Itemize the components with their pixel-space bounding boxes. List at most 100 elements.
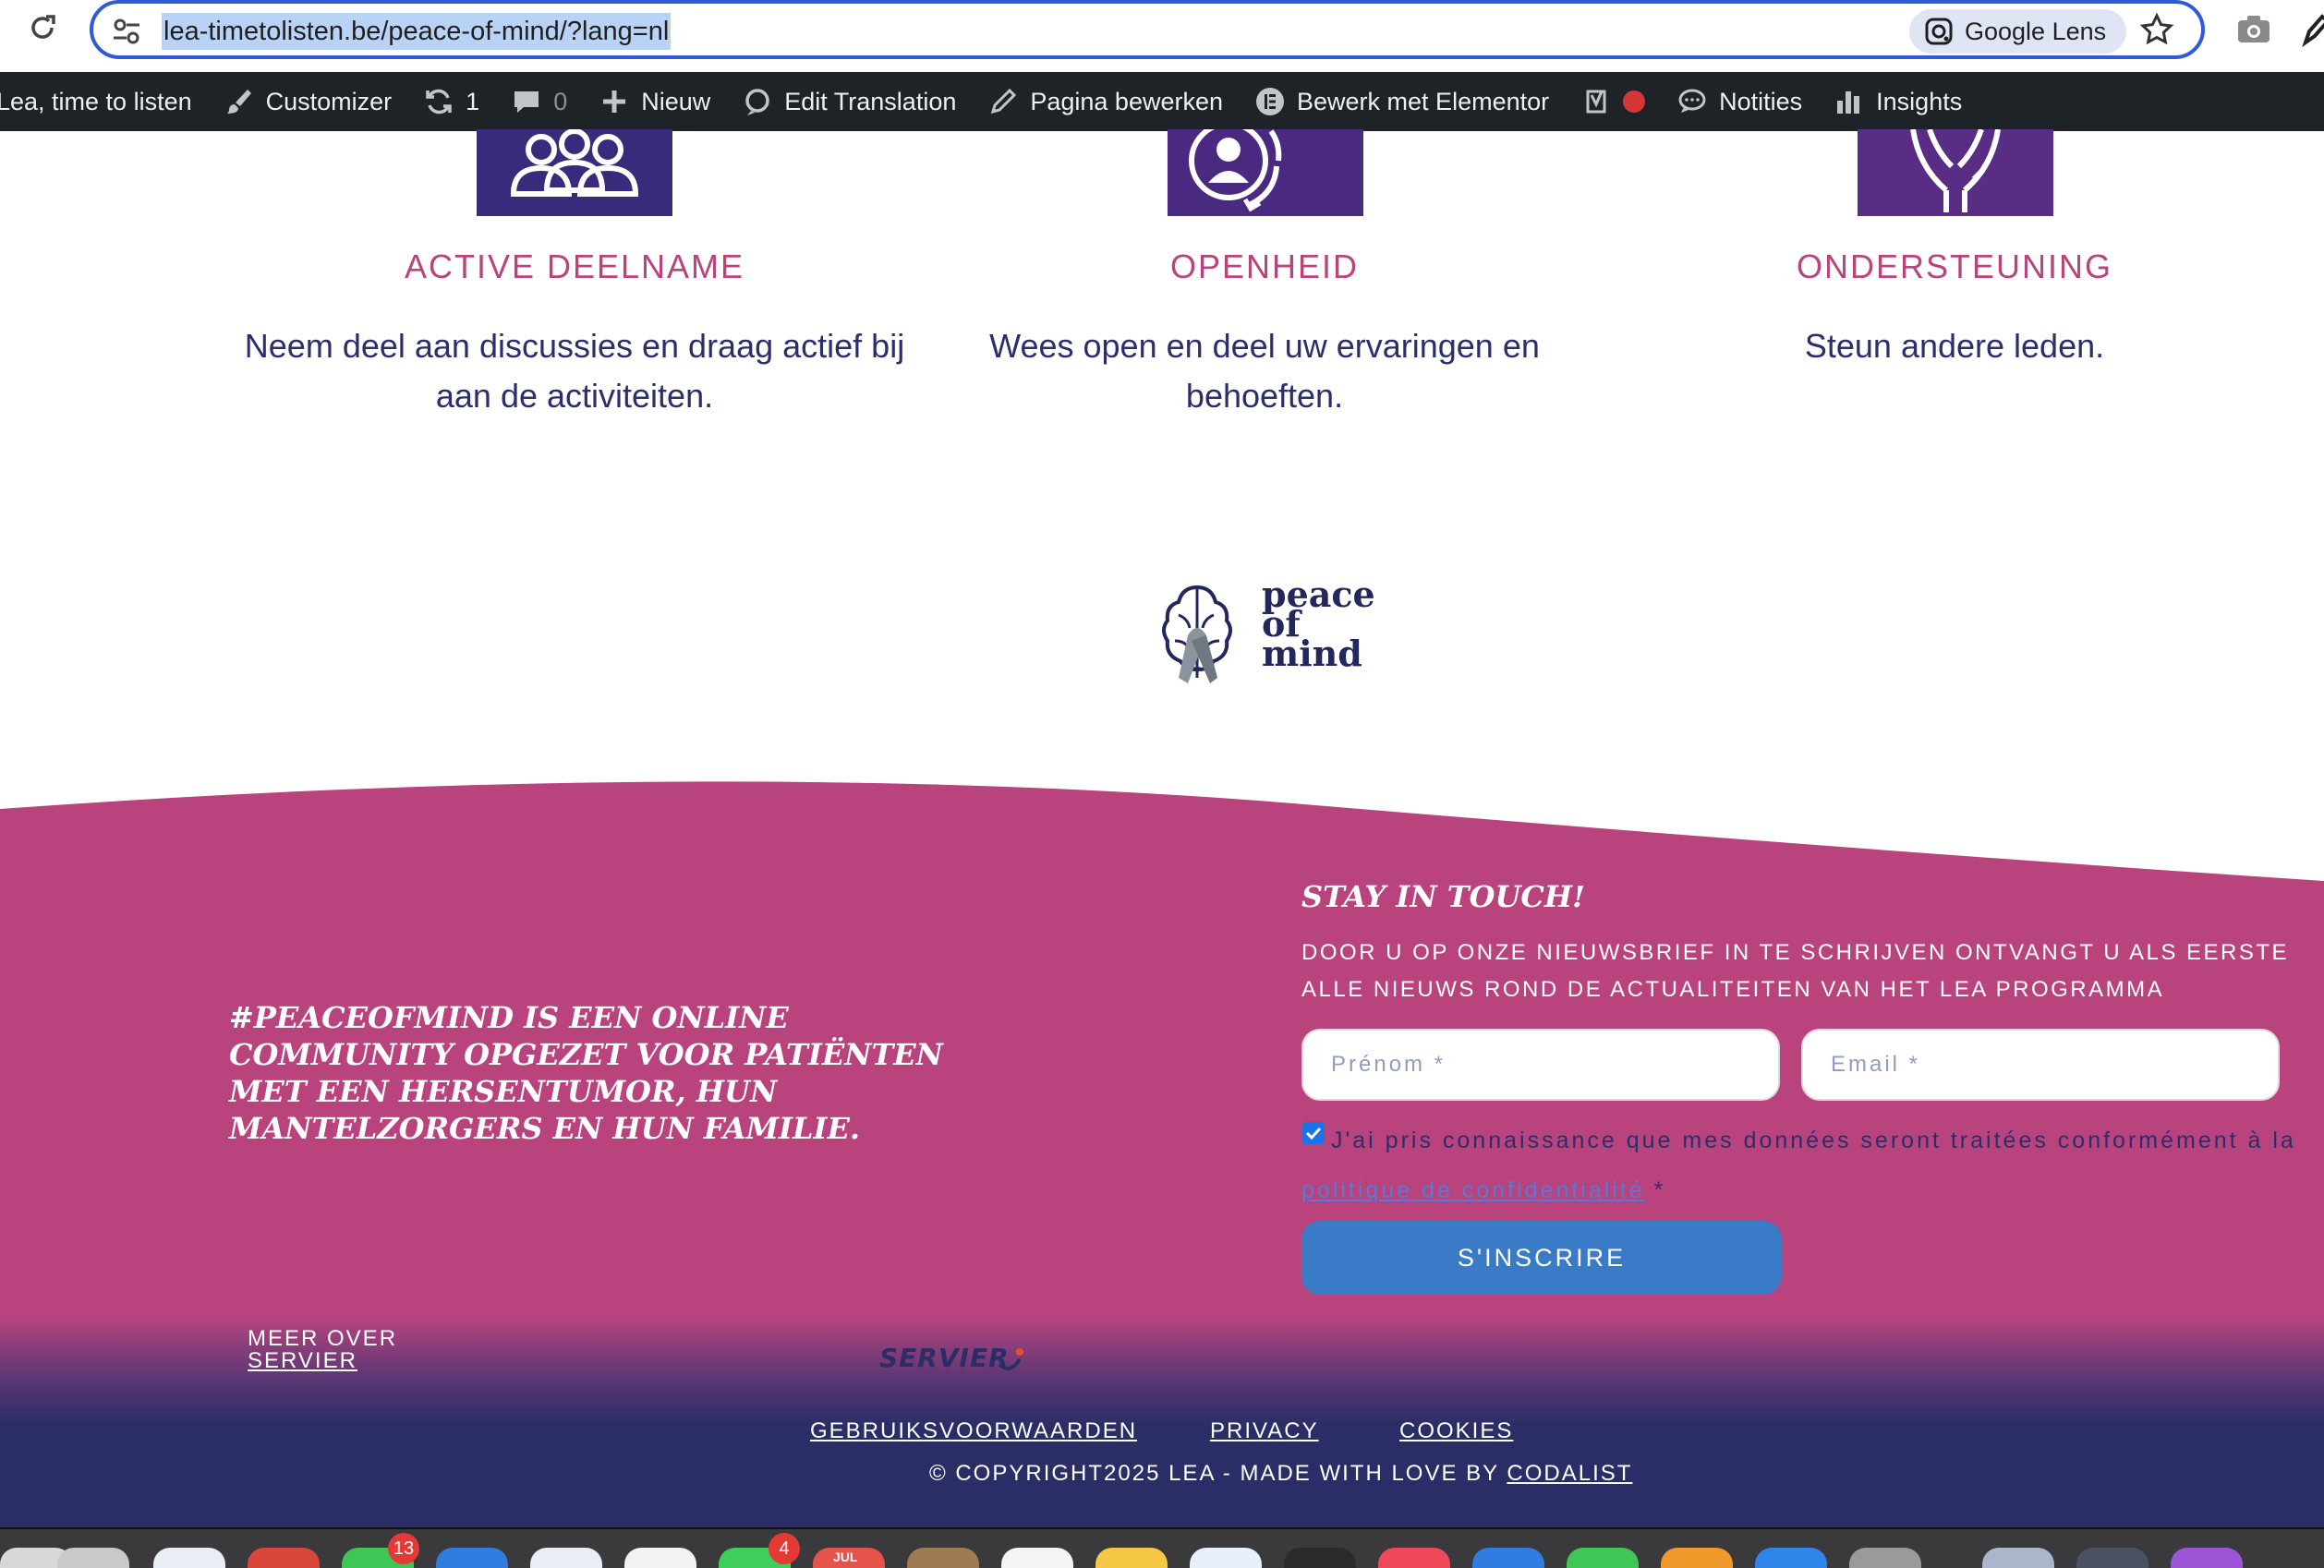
admin-insights-label: Insights (1876, 87, 1963, 115)
reload-icon[interactable] (24, 9, 61, 46)
maps-dock-icon[interactable] (530, 1548, 602, 1568)
google-lens-label: Google Lens (1965, 17, 2107, 45)
camera-icon[interactable] (2235, 13, 2272, 46)
safari-dock-icon[interactable] (153, 1548, 225, 1568)
settings-dock-icon[interactable] (1849, 1548, 1921, 1568)
supporting-hands-icon (1858, 128, 2053, 216)
podcasts-dock-icon[interactable] (2171, 1548, 2243, 1568)
logo-word-mind: mind (1262, 633, 1362, 674)
admin-edit-page[interactable]: Pagina bewerken (987, 86, 1223, 117)
tv-dock-icon[interactable] (1284, 1548, 1356, 1568)
admin-notes-label: Notities (1719, 87, 1803, 115)
email-input[interactable]: Email * (1801, 1029, 2280, 1101)
pencil-icon (991, 88, 1017, 115)
servier-link[interactable]: SERVIER (248, 1350, 397, 1372)
admin-new[interactable]: Nieuw (599, 86, 710, 117)
launchpad-dock-icon[interactable] (57, 1548, 129, 1568)
feature-title-ondersteuning: ONDERSTEUNING (1796, 247, 2113, 285)
firstname-input[interactable]: Prénom * (1301, 1029, 1780, 1101)
copyright-label: © COPYRIGHT2025 LEA - MADE WITH LOVE BY (929, 1461, 1507, 1486)
admin-elementor-label: Bewerk met Elementor (1297, 87, 1550, 115)
feature-title-openheid: OPENHEID (1169, 247, 1360, 285)
servier-logo-swoosh (998, 1348, 1023, 1370)
activity-dock-icon[interactable] (2076, 1548, 2148, 1568)
address-bar[interactable]: lea-timetolisten.be/peace-of-mind/?lang=… (90, 0, 2205, 59)
numbers-dock-icon[interactable] (1567, 1548, 1639, 1568)
chrome-dock-icon[interactable] (248, 1548, 320, 1568)
terms-link[interactable]: GEBRUIKSVOORWAARDEN (810, 1418, 1137, 1444)
pages-dock-icon[interactable] (1661, 1548, 1733, 1568)
admin-updates-count: 1 (466, 87, 480, 115)
feature-text-ondersteuning: Steun andere leden. (1804, 327, 2105, 365)
consent-text: J'ai pris connaissance que mes données s… (1331, 1128, 2296, 1153)
photos-dock-icon[interactable] (624, 1548, 696, 1568)
comment-bubble-icon (514, 91, 539, 113)
notes-dock-icon[interactable] (1095, 1548, 1168, 1568)
wp-admin-bar: Lea, time to listen Customizer 1 0 Nieuw… (0, 72, 2324, 131)
community-tagline: #PEACEOFMIND IS EEN ONLINE COMMUNITY OPG… (229, 1000, 943, 1146)
subscribe-button[interactable]: S'INSCRIRE (1301, 1221, 1782, 1295)
admin-site-label: Lea, time to listen (0, 87, 192, 115)
person-cycle-icon (1168, 121, 1363, 216)
group-icon (477, 128, 672, 216)
extension-pen-icon[interactable] (2300, 11, 2324, 48)
macos-dock: 13 4 JUL (0, 1527, 2324, 1568)
admin-comments-count: 0 (553, 87, 568, 115)
copyright-text: © COPYRIGHT2025 LEA - MADE WITH LOVE BY … (929, 1461, 1632, 1487)
freeform-dock-icon[interactable] (1190, 1548, 1262, 1568)
paintbrush-icon (226, 90, 251, 114)
admin-edit-translation-label: Edit Translation (784, 87, 957, 115)
messages-badge: 13 (388, 1533, 419, 1564)
calendar-month: JUL (833, 1550, 858, 1564)
seo-status-dot (1623, 90, 1646, 113)
yoast-icon (1586, 90, 1606, 114)
privacy-link[interactable]: PRIVACY (1210, 1418, 1319, 1444)
newsletter-description: DOOR U OP ONZE NIEUWSBRIEF IN TE SCHRIJV… (1301, 940, 2290, 1002)
notes-bubble-icon (1678, 89, 1706, 113)
lens-icon (1925, 18, 1953, 45)
music-dock-icon[interactable] (1378, 1548, 1450, 1568)
site-settings-icon[interactable] (110, 15, 143, 48)
privacy-policy-link[interactable]: politique de confidentialité (1301, 1177, 1645, 1203)
meer-over-label: MEER OVER (248, 1326, 398, 1351)
feature-title-active: ACTIVE DEELNAME (404, 247, 745, 285)
stay-in-touch-heading: STAY IN TOUCH! (1301, 879, 1586, 914)
admin-insights[interactable]: Insights (1834, 86, 1962, 117)
contacts-dock-icon[interactable] (907, 1548, 979, 1568)
admin-customizer[interactable]: Customizer (224, 86, 393, 117)
reminders-dock-icon[interactable] (1001, 1548, 1073, 1568)
admin-notes[interactable]: Notities (1676, 86, 1802, 117)
consent-label: J'ai pris connaissance que mes données s… (1301, 1116, 2299, 1215)
preview-dock-icon[interactable] (1982, 1548, 2054, 1568)
admin-edit-page-label: Pagina bewerken (1030, 87, 1224, 115)
url-text[interactable]: lea-timetolisten.be/peace-of-mind/?lang=… (162, 13, 672, 50)
mail-dock-icon[interactable] (436, 1548, 508, 1568)
app-store-dock-icon[interactable] (1755, 1548, 1827, 1568)
facetime-badge: 4 (769, 1533, 800, 1564)
admin-comments[interactable]: 0 (511, 86, 567, 117)
keynote-dock-icon[interactable] (1472, 1548, 1544, 1568)
bookmark-star-icon[interactable] (2138, 11, 2175, 48)
peace-of-mind-wordmark: peace of mind (1262, 577, 1375, 674)
browser-toolbar: lea-timetolisten.be/peace-of-mind/?lang=… (0, 0, 2324, 72)
admin-updates[interactable]: 1 (423, 86, 479, 117)
bar-chart-icon (1837, 91, 1860, 114)
codalist-link[interactable]: CODALIST (1507, 1461, 1632, 1486)
updates-icon (426, 89, 452, 115)
plus-icon (603, 90, 626, 113)
admin-edit-translation[interactable]: Edit Translation (742, 86, 956, 117)
admin-yoast[interactable] (1580, 86, 1646, 117)
feature-text-active: Neem deel aan discussies en draag actief… (244, 327, 905, 415)
google-lens-button[interactable]: Google Lens (1909, 9, 2127, 54)
admin-customizer-label: Customizer (265, 87, 393, 115)
elementor-icon (1256, 88, 1285, 115)
feature-text-openheid: Wees open en deel uw ervaringen en behoe… (989, 327, 1540, 415)
meer-over-servier: MEER OVER SERVIER (248, 1328, 397, 1372)
admin-site-name[interactable]: Lea, time to listen (0, 88, 192, 116)
servier-logo[interactable]: SERVIER (879, 1343, 1010, 1373)
translation-icon (745, 89, 769, 115)
cookies-link[interactable]: COOKIES (1399, 1418, 1513, 1444)
consent-required-mark: * (1644, 1177, 1666, 1203)
admin-elementor[interactable]: Bewerk met Elementor (1254, 86, 1549, 117)
admin-new-label: Nieuw (641, 87, 711, 115)
